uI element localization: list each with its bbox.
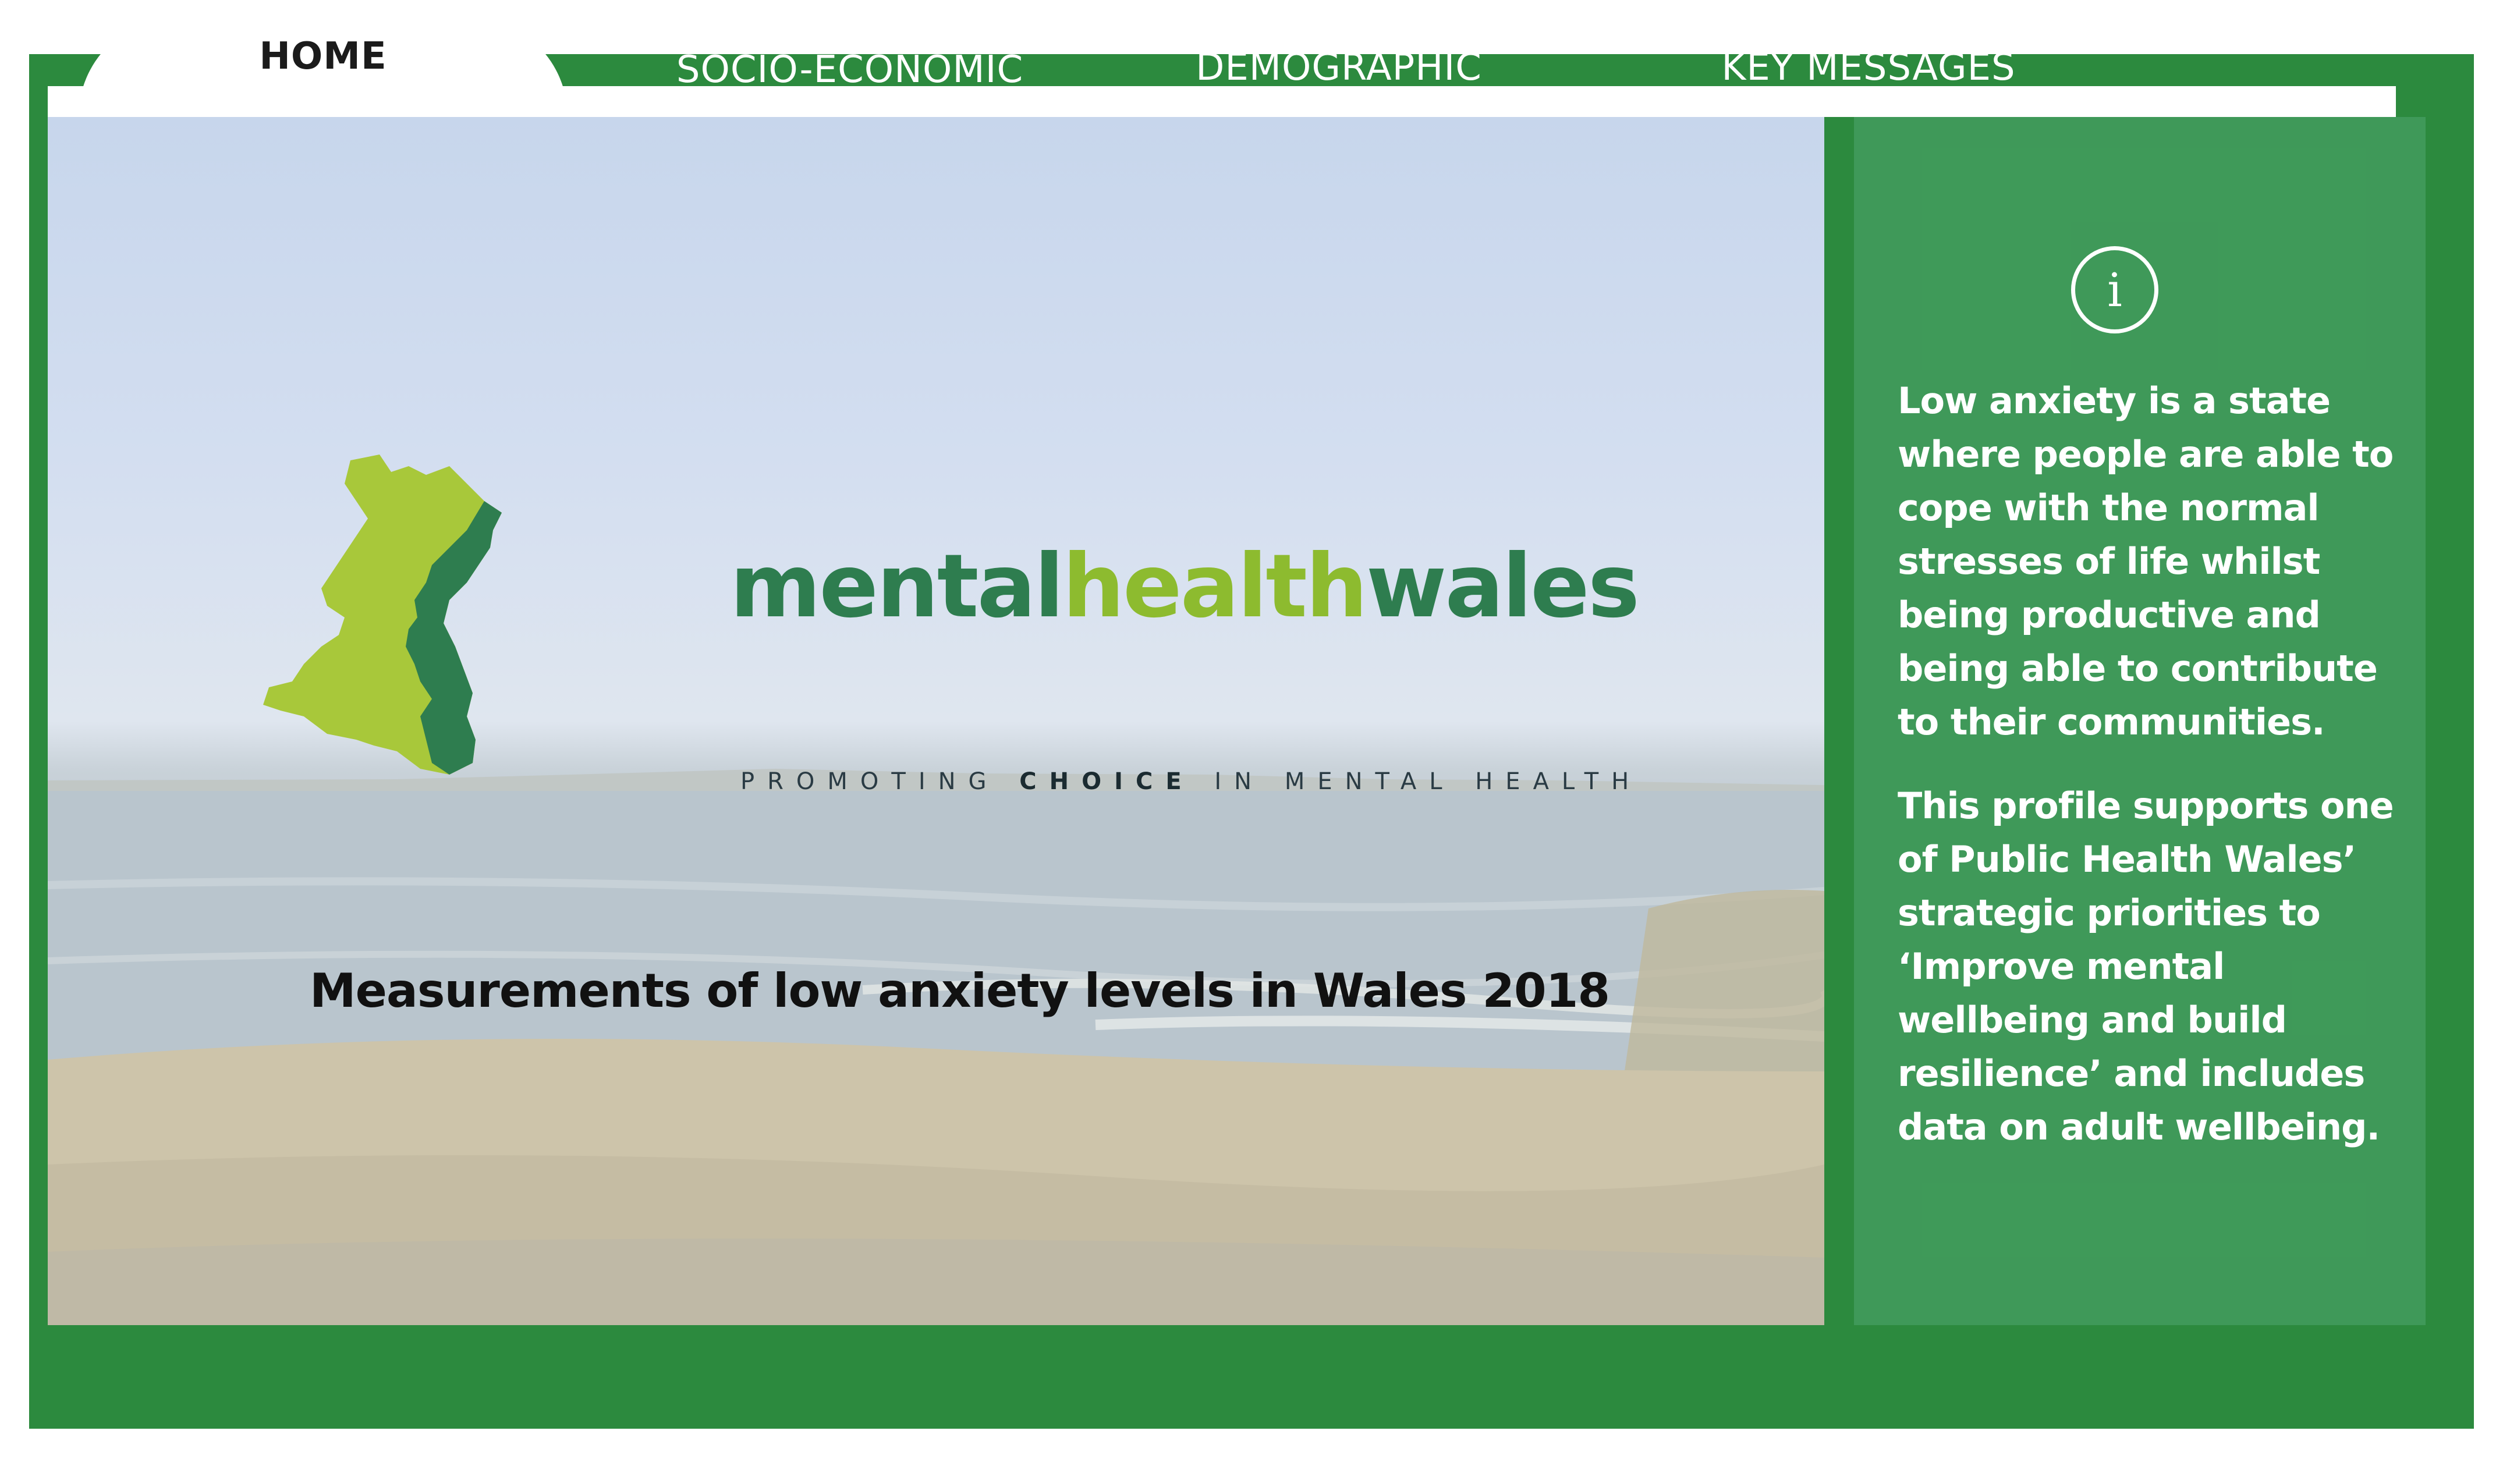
mental-health-wales-logo: mentalhealthwales PROMOTING CHOICE IN ME… [257, 449, 1640, 798]
tagline-prefix: PROMOTING [740, 768, 1020, 795]
info-paragraph-definition: Low anxiety is a state where people are … [1898, 379, 2394, 743]
hero-background: mentalhealthwales PROMOTING CHOICE IN ME… [48, 117, 1824, 1325]
brand-word-wales: wales [1366, 536, 1640, 637]
tab-underline-bar [48, 86, 2396, 117]
brand-tagline: PROMOTING CHOICE IN MENTAL HEALTH [740, 768, 1642, 795]
page-title: Measurements of low anxiety levels in Wa… [310, 964, 1610, 1018]
tagline-choice: CHOICE [1019, 768, 1194, 795]
wales-map-head-icon [263, 455, 502, 775]
info-panel: i Low anxiety is a state where people ar… [1854, 117, 2426, 1325]
info-icon[interactable]: i [2071, 246, 2158, 333]
tagline-suffix: IN MENTAL HEALTH [1194, 768, 1642, 795]
brand-wordmark: mentalhealthwales [730, 543, 1640, 630]
info-paragraph-profile: This profile supports one of Public Heal… [1898, 784, 2394, 1148]
brand-word-mental: mental [730, 536, 1064, 637]
brand-word-health: health [1062, 536, 1368, 637]
